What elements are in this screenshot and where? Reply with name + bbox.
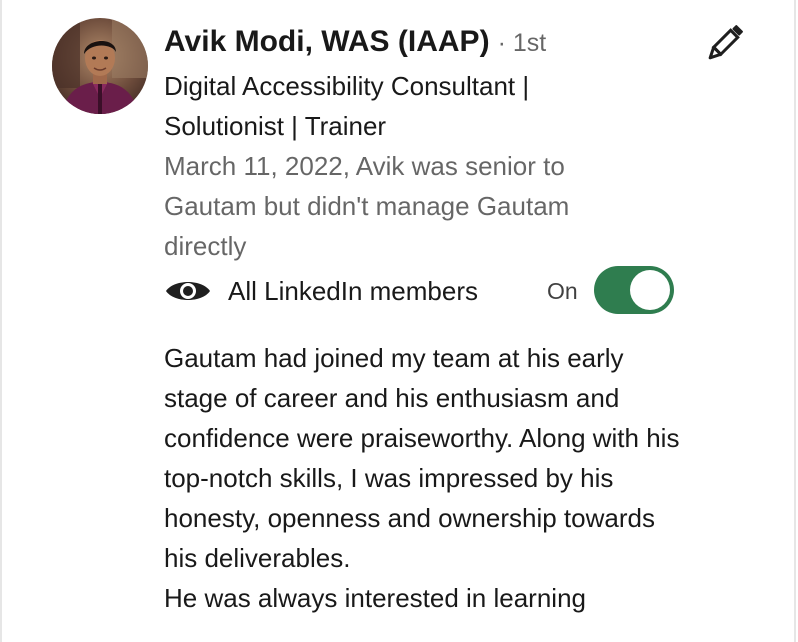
visibility-row: All LinkedIn members On — [164, 266, 676, 316]
pencil-icon — [708, 25, 743, 60]
eye-icon — [166, 282, 210, 300]
recommendation-paragraph: He was always interested in learning — [164, 583, 586, 613]
relationship-text: March 11, 2022, Avik was senior to Gauta… — [164, 151, 570, 261]
visibility-toggle[interactable] — [594, 266, 674, 314]
connection-degree: · 1st — [497, 29, 547, 57]
recommender-avatar[interactable] — [52, 18, 148, 114]
recommender-name[interactable]: Avik Modi, WAS (IAAP) — [164, 25, 490, 58]
visibility-label: All LinkedIn members — [228, 276, 478, 306]
profile-photo — [52, 18, 148, 114]
toggle-knob — [630, 270, 670, 310]
toggle-state-label: On — [547, 278, 578, 304]
edit-button[interactable] — [702, 20, 748, 66]
recommender-name-line: Avik Modi, WAS (IAAP) · 1st — [164, 22, 546, 67]
recommendation-text: Gautam had joined my team at his early s… — [164, 338, 694, 618]
recommendation-paragraph: Gautam had joined my team at his early s… — [164, 343, 680, 573]
recommender-headline: Digital Accessibility Consultant | Solut… — [164, 71, 530, 141]
recommendation-card: Avik Modi, WAS (IAAP) · 1st Digital Acces… — [0, 0, 796, 642]
